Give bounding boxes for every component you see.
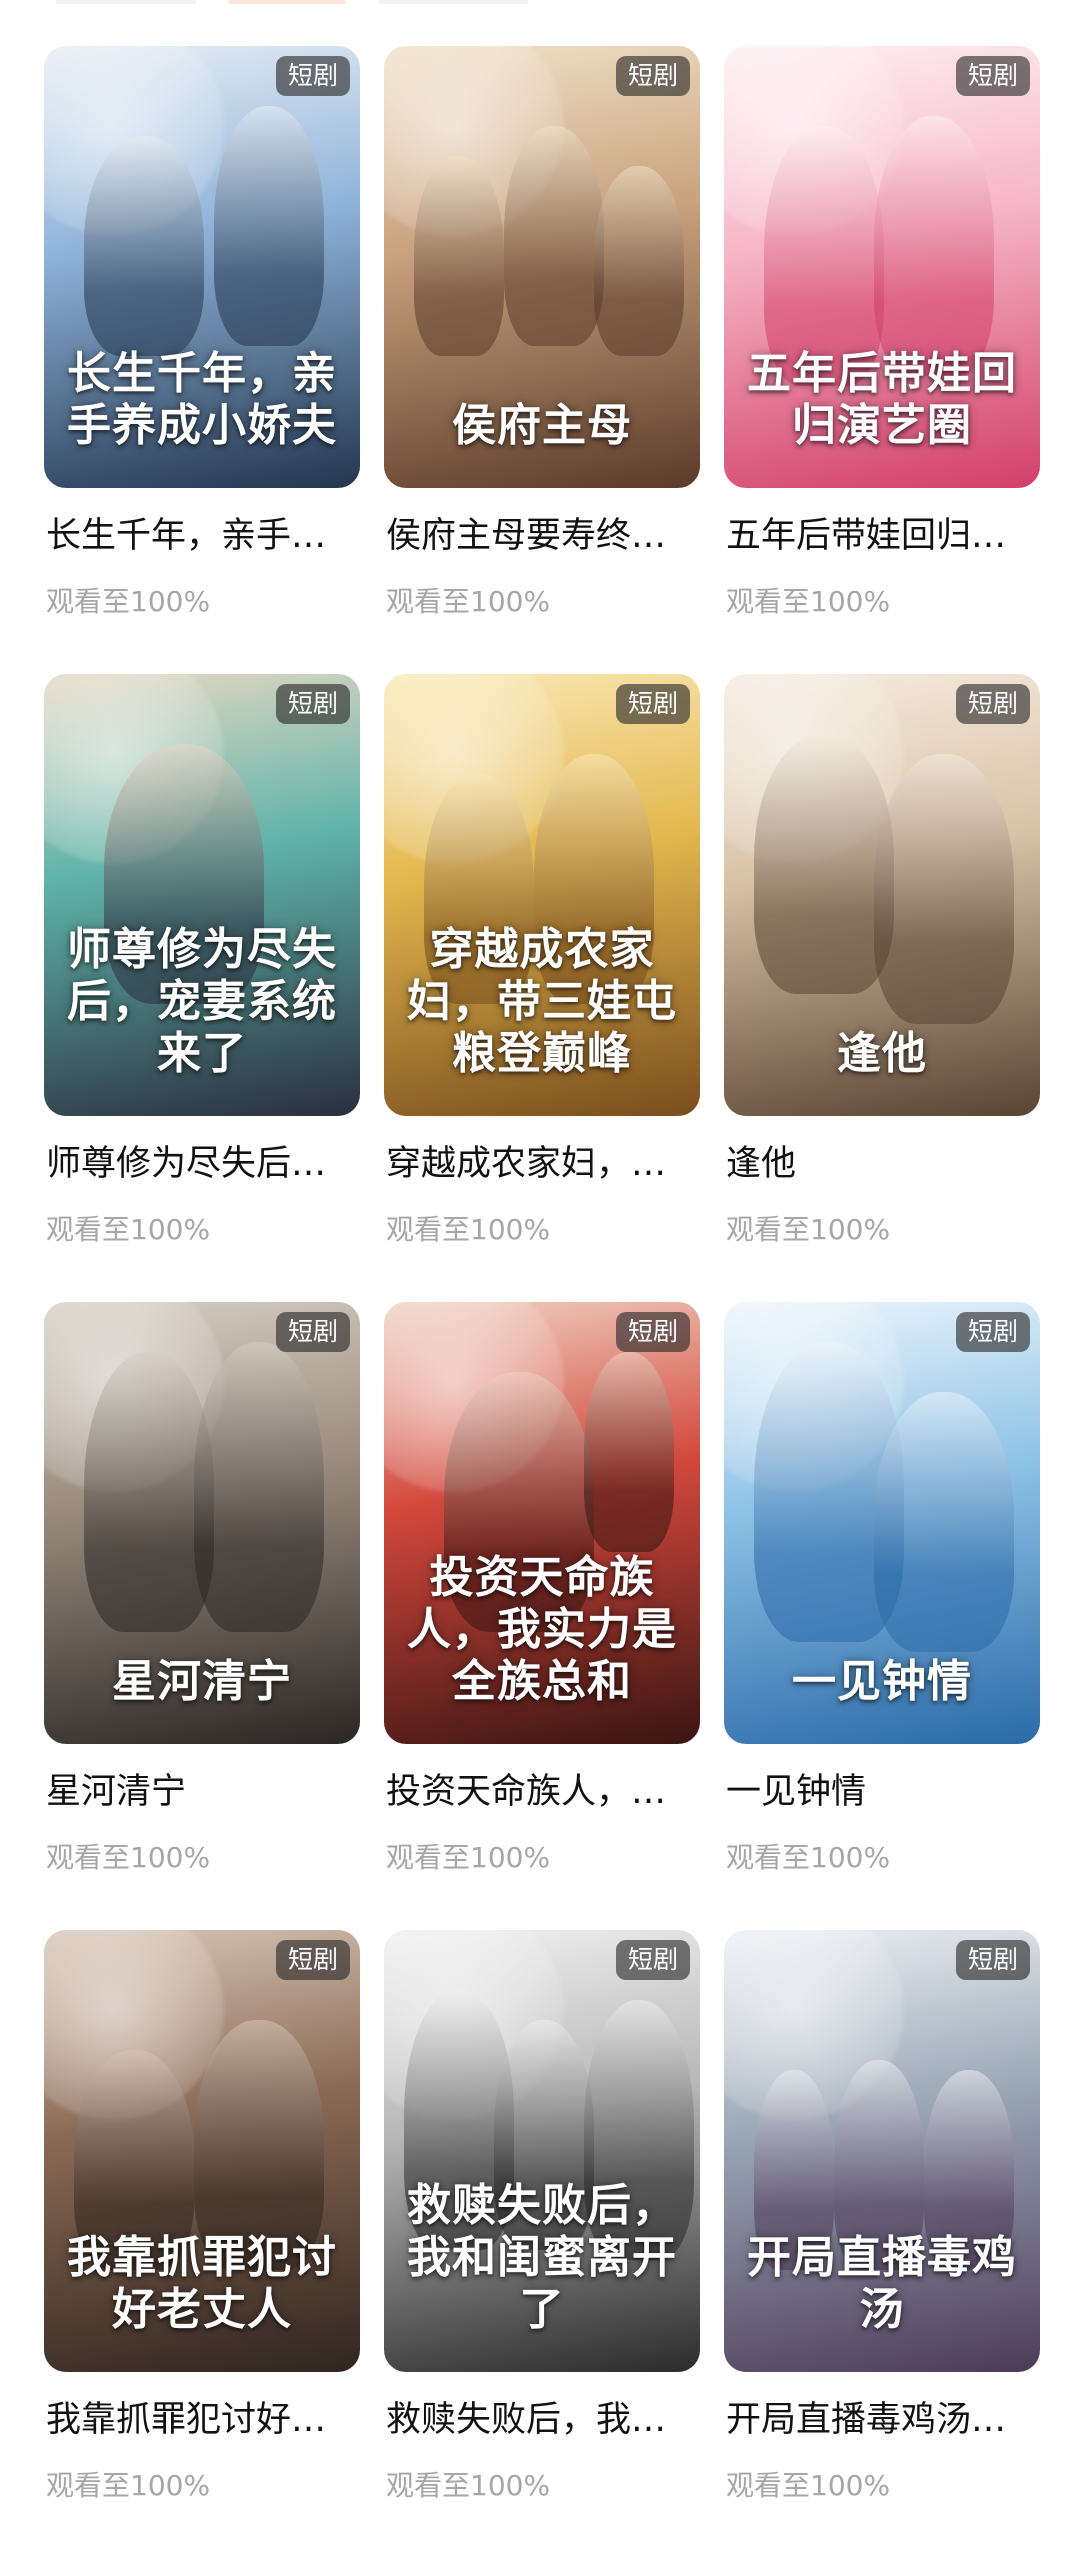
drama-poster[interactable]: 开局直播毒鸡汤 短剧 — [724, 1930, 1040, 2372]
watch-progress: 观看至100% — [386, 585, 551, 618]
poster-title-art: 穿越成农家妇，带三娃屯粮登巅峰 — [407, 924, 677, 1079]
drama-card[interactable]: 师尊修为尽失后，宠妻系统来了 短剧师尊修为尽失后… 观看至100% — [44, 674, 360, 1302]
drama-poster[interactable]: 逢他 短剧 — [724, 674, 1040, 1116]
short-drama-badge: 短剧 — [615, 56, 690, 96]
drama-card[interactable]: 开局直播毒鸡汤 短剧开局直播毒鸡汤… 观看至100% — [724, 1930, 1040, 2558]
drama-title[interactable]: 开局直播毒鸡汤… — [726, 2398, 1040, 2442]
poster-figure — [874, 116, 994, 376]
drama-card[interactable]: 星河清宁 短剧星河清宁观看至100% — [44, 1302, 360, 1930]
poster-title-art: 侯府主母 — [452, 400, 632, 451]
poster-figure — [874, 1392, 1014, 1652]
drama-title[interactable]: 长生千年，亲手… — [46, 514, 360, 558]
watch-progress: 观看至100% — [726, 2469, 891, 2502]
drama-title[interactable]: 师尊修为尽失后… — [46, 1142, 360, 1186]
watch-progress: 观看至100% — [46, 585, 211, 618]
drama-poster[interactable]: 一见钟情 短剧 — [724, 1302, 1040, 1744]
drama-card[interactable]: 救赎失败后，我和闺蜜离开了 短剧救赎失败后，我… 观看至100% — [384, 1930, 700, 2558]
watch-progress: 观看至100% — [46, 2469, 211, 2502]
drama-poster[interactable]: 五年后带娃回归演艺圈 短剧 — [724, 46, 1040, 488]
short-drama-badge: 短剧 — [275, 1312, 350, 1352]
top-edge-hint — [378, 0, 528, 4]
top-edge-hint — [56, 0, 196, 4]
drama-poster[interactable]: 我靠抓罪犯讨好老丈人 短剧 — [44, 1930, 360, 2372]
drama-title[interactable]: 我靠抓罪犯讨好… — [46, 2398, 360, 2442]
poster-title-art: 开局直播毒鸡汤 — [747, 2232, 1017, 2335]
drama-title[interactable]: 穿越成农家妇，… — [386, 1142, 700, 1186]
watch-progress: 观看至100% — [386, 1213, 551, 1246]
poster-title-art: 逢他 — [837, 1028, 927, 1079]
short-drama-badge: 短剧 — [615, 684, 690, 724]
poster-title-art: 长生千年，亲手养成小娇夫 — [67, 348, 337, 451]
short-drama-badge: 短剧 — [955, 684, 1030, 724]
short-drama-badge: 短剧 — [615, 1940, 690, 1980]
short-drama-badge: 短剧 — [955, 56, 1030, 96]
drama-poster[interactable]: 侯府主母 短剧 — [384, 46, 700, 488]
drama-poster[interactable]: 星河清宁 短剧 — [44, 1302, 360, 1744]
short-drama-badge: 短剧 — [955, 1940, 1030, 1980]
watch-progress: 观看至100% — [46, 1841, 211, 1874]
watch-progress: 观看至100% — [726, 1841, 891, 1874]
drama-poster[interactable]: 长生千年，亲手养成小娇夫 短剧 — [44, 46, 360, 488]
poster-figure — [764, 126, 884, 386]
short-drama-badge: 短剧 — [275, 684, 350, 724]
drama-card[interactable]: 投资天命族人，我实力是全族总和 短剧投资天命族人，… 观看至100% — [384, 1302, 700, 1930]
poster-title-art: 五年后带娃回归演艺圈 — [747, 348, 1017, 451]
drama-card[interactable]: 五年后带娃回归演艺圈 短剧五年后带娃回归… 观看至100% — [724, 46, 1040, 674]
drama-history-grid: 长生千年，亲手养成小娇夫 短剧 长生千年，亲手… 观看至100% 侯府主母 短剧 侯府主母要… — [44, 46, 1040, 2558]
drama-title[interactable]: 侯府主母要寿终… — [386, 514, 700, 558]
drama-title[interactable]: 星河清宁 — [46, 1770, 360, 1814]
poster-figure — [194, 1342, 324, 1632]
poster-figure — [84, 136, 204, 356]
poster-figure — [584, 1352, 674, 1552]
watch-progress: 观看至100% — [726, 585, 891, 618]
poster-figure — [594, 166, 684, 356]
poster-title-art: 投资天命族人，我实力是全族总和 — [407, 1552, 677, 1707]
drama-card[interactable]: 逢他 短剧逢他观看至100% — [724, 674, 1040, 1302]
drama-title[interactable]: 逢他 — [726, 1142, 1040, 1186]
drama-title[interactable]: 救赎失败后，我… — [386, 2398, 700, 2442]
poster-figure — [754, 734, 894, 994]
poster-figure — [214, 106, 324, 346]
poster-figure — [874, 754, 1014, 1024]
watch-progress: 观看至100% — [46, 1213, 211, 1246]
drama-title[interactable]: 五年后带娃回归… — [726, 514, 1040, 558]
drama-card[interactable]: 长生千年，亲手养成小娇夫 短剧长生千年，亲手… 观看至100% — [44, 46, 360, 674]
short-drama-badge: 短剧 — [955, 1312, 1030, 1352]
drama-poster[interactable]: 穿越成农家妇，带三娃屯粮登巅峰 短剧 — [384, 674, 700, 1116]
drama-card[interactable]: 一见钟情 短剧一见钟情观看至100% — [724, 1302, 1040, 1930]
watch-progress: 观看至100% — [386, 2469, 551, 2502]
top-edge-hint-accent — [228, 0, 346, 4]
drama-card[interactable]: 侯府主母 短剧侯府主母要寿终… 观看至100% — [384, 46, 700, 674]
short-drama-badge: 短剧 — [275, 56, 350, 96]
drama-poster[interactable]: 救赎失败后，我和闺蜜离开了 短剧 — [384, 1930, 700, 2372]
poster-title-art: 一见钟情 — [792, 1656, 972, 1707]
drama-card[interactable]: 穿越成农家妇，带三娃屯粮登巅峰 短剧穿越成农家妇，… 观看至100% — [384, 674, 700, 1302]
drama-title[interactable]: 一见钟情 — [726, 1770, 1040, 1814]
short-drama-badge: 短剧 — [615, 1312, 690, 1352]
top-scroll-edge — [0, 0, 1080, 14]
poster-figure — [414, 156, 504, 356]
poster-title-art: 我靠抓罪犯讨好老丈人 — [67, 2232, 337, 2335]
watch-progress: 观看至100% — [726, 1213, 891, 1246]
poster-title-art: 星河清宁 — [112, 1656, 292, 1707]
drama-poster[interactable]: 师尊修为尽失后，宠妻系统来了 短剧 — [44, 674, 360, 1116]
poster-figure — [504, 126, 604, 346]
drama-title[interactable]: 投资天命族人，… — [386, 1770, 700, 1814]
poster-title-art: 师尊修为尽失后，宠妻系统来了 — [67, 924, 337, 1079]
drama-card[interactable]: 我靠抓罪犯讨好老丈人 短剧我靠抓罪犯讨好… 观看至100% — [44, 1930, 360, 2558]
poster-title-art: 救赎失败后，我和闺蜜离开了 — [407, 2180, 677, 2335]
watch-progress: 观看至100% — [386, 1841, 551, 1874]
short-drama-badge: 短剧 — [275, 1940, 350, 1980]
drama-poster[interactable]: 投资天命族人，我实力是全族总和 短剧 — [384, 1302, 700, 1744]
